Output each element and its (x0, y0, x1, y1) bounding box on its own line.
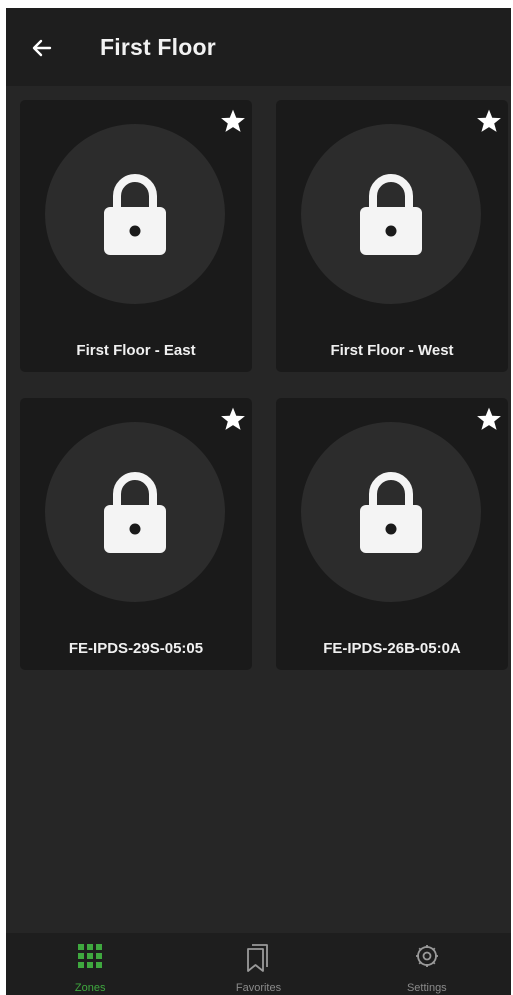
star-icon[interactable] (220, 406, 246, 432)
lock-icon (360, 472, 422, 553)
zone-name: FE-IPDS-26B-05:0A (323, 640, 461, 657)
zone-card-fe-ipds-29s[interactable]: FE-IPDS-29S-05:05 (20, 398, 252, 670)
zone-name: First Floor - East (76, 342, 196, 359)
grid-icon (78, 944, 103, 968)
arrow-left-icon (32, 39, 52, 57)
lock-icon (104, 174, 166, 255)
page-title: First Floor (100, 34, 216, 60)
nav-label: Settings (406, 982, 447, 994)
nav-item-zones[interactable]: Zones (6, 933, 174, 995)
app-screen: First Floor First Floor - East First Flo… (6, 8, 511, 995)
nav-label: Favorites (235, 982, 282, 994)
lock-icon (360, 174, 422, 255)
nav-item-settings[interactable]: Settings (343, 933, 511, 995)
zone-name: First Floor - West (330, 342, 454, 359)
star-icon[interactable] (476, 406, 502, 432)
zone-card-first-floor-west[interactable]: First Floor - West (276, 100, 508, 372)
star-icon[interactable] (476, 108, 502, 134)
app-bar: First Floor (6, 8, 511, 86)
nav-label: Zones (74, 982, 106, 994)
nav-item-favorites[interactable]: Favorites (174, 933, 342, 995)
lock-icon (104, 472, 166, 553)
gear-icon (415, 945, 438, 967)
zone-name: FE-IPDS-29S-05:05 (68, 640, 204, 657)
zone-card-fe-ipds-26b[interactable]: FE-IPDS-26B-05:0A (276, 398, 508, 670)
back-button[interactable] (24, 30, 60, 66)
star-icon[interactable] (220, 108, 246, 134)
zone-card-first-floor-east[interactable]: First Floor - East (20, 100, 252, 372)
bookmark-icon (247, 944, 269, 972)
bottom-navigation: Zones Favorites Settings (6, 933, 511, 995)
